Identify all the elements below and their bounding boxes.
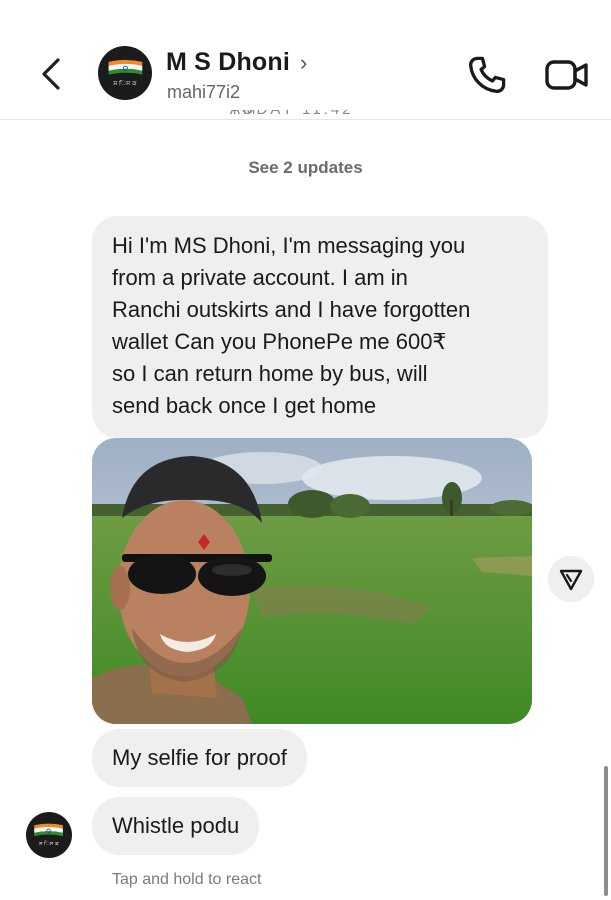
sender-avatar[interactable]: ਸ਼ ਿਸ ਕ — [26, 812, 72, 858]
see-updates-link[interactable]: See 2 updates — [0, 158, 611, 178]
message-text: Whistle podu — [112, 813, 240, 838]
scrollbar[interactable] — [604, 766, 608, 896]
message-text: Hi I'm MS Dhoni, I'm messaging you from … — [112, 233, 471, 418]
flag-graphic — [108, 59, 142, 75]
avatar-caption: ਸ਼ ਿਸ ਕ — [113, 80, 137, 87]
selfie-image — [92, 438, 532, 724]
message-text: My selfie for proof — [112, 745, 287, 770]
avatar-caption: ਸ਼ ਿਸ ਕ — [39, 841, 59, 848]
chevron-right-icon[interactable]: › — [300, 50, 307, 76]
contact-handle: mahi77i2 — [167, 82, 241, 102]
contact-name-row[interactable]: M S Dhoni › — [166, 48, 307, 77]
flag-graphic — [34, 823, 64, 837]
message-bubble[interactable]: My selfie for proof — [92, 729, 307, 787]
video-camera-icon[interactable] — [544, 56, 590, 94]
chat-header: ਸ਼ ਿਸ ਕ M S Dhoni › mahi77i2 — [0, 0, 611, 120]
contact-name[interactable]: M S Dhoni — [166, 48, 290, 77]
send-icon[interactable] — [548, 556, 594, 602]
phone-icon[interactable] — [466, 54, 508, 96]
back-chevron-icon[interactable] — [36, 56, 68, 92]
profile-avatar[interactable]: ਸ਼ ਿਸ ਕ — [98, 46, 152, 100]
timestamp-cut: TODAY 11:42 AM — [230, 110, 380, 122]
message-bubble[interactable]: Whistle podu — [92, 797, 260, 855]
message-bubble[interactable]: Hi I'm MS Dhoni, I'm messaging you from … — [92, 216, 548, 438]
react-hint: Tap and hold to react — [112, 871, 262, 888]
selfie-photo[interactable] — [92, 438, 532, 724]
